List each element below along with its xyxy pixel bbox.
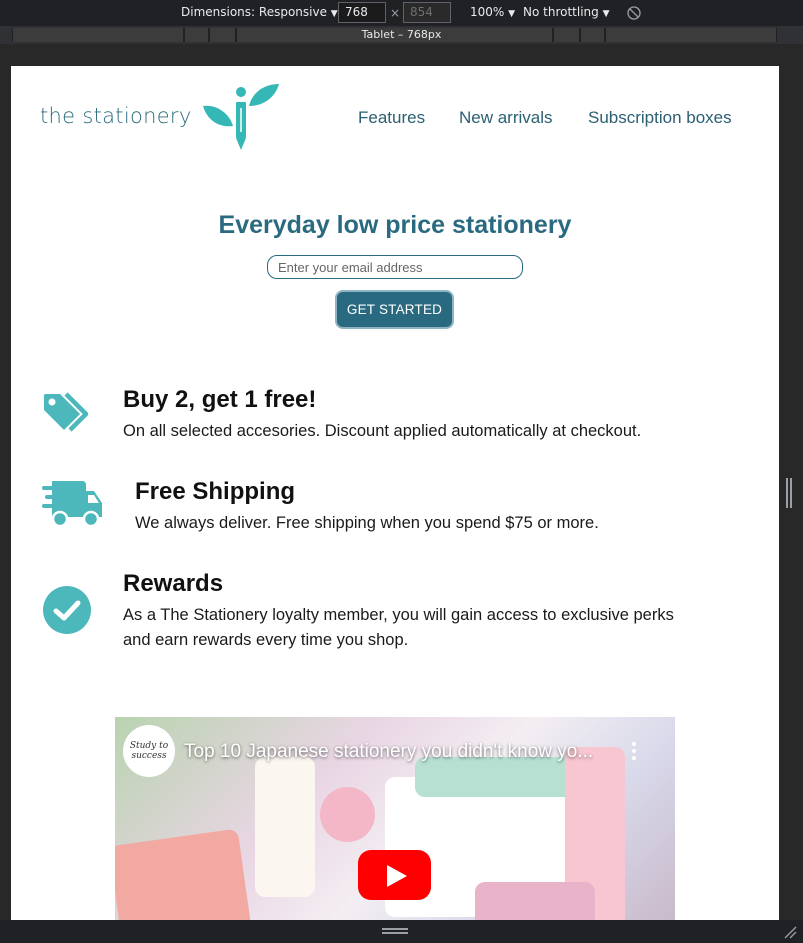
zoom-dropdown[interactable]: 100% ▼ <box>470 5 515 19</box>
video-thumbnail-decor <box>475 882 595 920</box>
dimensions-dropdown[interactable]: Dimensions: Responsive ▼ <box>181 5 338 19</box>
check-circle-icon <box>43 586 91 634</box>
chevron-down-icon: ▼ <box>508 9 516 19</box>
feature-text: As a The Stationery loyalty member, you … <box>123 606 674 649</box>
get-started-button[interactable]: GET STARTED <box>335 290 454 329</box>
dimensions-label: Dimensions: Responsive <box>181 5 327 19</box>
channel-avatar[interactable]: Study to success <box>123 725 175 777</box>
bottom-resize-bar <box>0 920 803 943</box>
video-thumbnail-decor <box>115 828 252 920</box>
device-label: Tablet – 768px <box>361 28 442 41</box>
height-input[interactable]: 854 <box>403 2 451 23</box>
bottom-resize-handle[interactable] <box>382 927 408 935</box>
nav-subscription-boxes[interactable]: Subscription boxes <box>588 108 732 128</box>
feature-title: Free Shipping <box>135 478 296 505</box>
email-field[interactable] <box>267 255 523 279</box>
feature-text: We always deliver. Free shipping when yo… <box>135 514 599 532</box>
shipping-truck-icon <box>42 481 102 528</box>
feature-text: On all selected accesories. Discount app… <box>123 422 642 440</box>
play-icon[interactable] <box>358 850 431 900</box>
video-thumbnail-decor <box>255 757 315 897</box>
throttling-dropdown[interactable]: No throttling ▼ <box>523 5 610 19</box>
logo-text[interactable]: the stationery <box>40 104 192 128</box>
corner-resize-icon[interactable] <box>783 925 797 939</box>
nav-features[interactable]: Features <box>358 108 425 128</box>
zoom-label: 100% <box>470 5 505 19</box>
rotate-icon[interactable] <box>626 5 642 21</box>
feature-title: Buy 2, get 1 free! <box>123 386 317 413</box>
page-viewport: the stationery Features New arrivals Sub… <box>11 66 779 920</box>
video-thumbnail-decor <box>320 787 375 842</box>
logo-pencil-leaf-icon[interactable] <box>199 82 285 152</box>
throttling-label: No throttling <box>523 5 599 19</box>
more-options-icon[interactable] <box>629 742 639 764</box>
embedded-video[interactable]: Study to success Top 10 Japanese station… <box>115 717 675 920</box>
tags-icon <box>44 392 89 432</box>
chevron-down-icon: ▼ <box>602 9 610 19</box>
feature-title: Rewards <box>123 570 224 597</box>
video-thumbnail-decor <box>415 757 575 797</box>
video-title[interactable]: Top 10 Japanese stationery you didn't kn… <box>184 741 593 763</box>
width-input[interactable]: 768 <box>338 2 386 23</box>
media-query-bar: Tablet – 768px <box>0 26 803 44</box>
times-sign: × <box>390 6 401 20</box>
devtools-toolbar: Dimensions: Responsive ▼ 768 × 854 100% … <box>0 0 803 26</box>
nav-new-arrivals[interactable]: New arrivals <box>459 108 553 128</box>
hero-headline: Everyday low price stationery <box>218 211 572 239</box>
right-resize-handle[interactable] <box>784 478 794 508</box>
chevron-down-icon: ▼ <box>330 9 338 19</box>
